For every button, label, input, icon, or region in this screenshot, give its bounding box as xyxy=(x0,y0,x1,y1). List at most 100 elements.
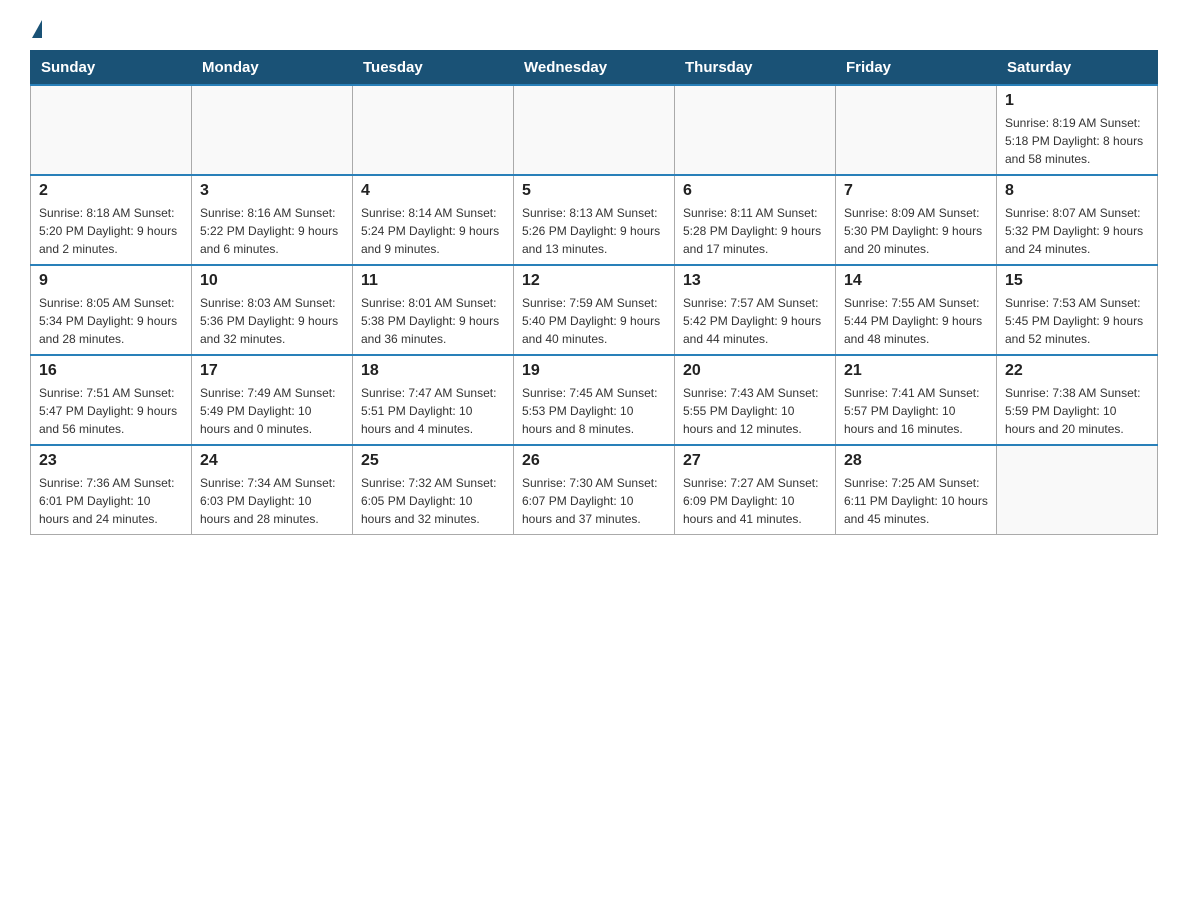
calendar-week-row: 16 Sunrise: 7:51 AM Sunset: 5:47 PM Dayli… xyxy=(31,355,1158,445)
day-info: Sunrise: 7:59 AM Sunset: 5:40 PM Dayligh… xyxy=(522,294,666,348)
page-header xyxy=(30,20,1158,40)
day-of-week-header: Wednesday xyxy=(514,51,675,86)
day-info: Sunrise: 7:36 AM Sunset: 6:01 PM Dayligh… xyxy=(39,474,183,528)
day-info: Sunrise: 7:45 AM Sunset: 5:53 PM Dayligh… xyxy=(522,384,666,438)
calendar-day-cell: 19 Sunrise: 7:45 AM Sunset: 5:53 PM Dayli… xyxy=(514,355,675,445)
day-of-week-header: Saturday xyxy=(997,51,1158,86)
day-info: Sunrise: 8:05 AM Sunset: 5:34 PM Dayligh… xyxy=(39,294,183,348)
calendar-day-cell xyxy=(353,85,514,175)
calendar-day-cell xyxy=(192,85,353,175)
day-info: Sunrise: 7:43 AM Sunset: 5:55 PM Dayligh… xyxy=(683,384,827,438)
calendar-day-cell: 22 Sunrise: 7:38 AM Sunset: 5:59 PM Dayli… xyxy=(997,355,1158,445)
logo xyxy=(30,20,42,40)
calendar-header-row: SundayMondayTuesdayWednesdayThursdayFrid… xyxy=(31,51,1158,86)
day-info: Sunrise: 7:47 AM Sunset: 5:51 PM Dayligh… xyxy=(361,384,505,438)
day-info: Sunrise: 7:51 AM Sunset: 5:47 PM Dayligh… xyxy=(39,384,183,438)
day-number: 20 xyxy=(683,362,827,380)
day-number: 28 xyxy=(844,452,988,470)
calendar-week-row: 1 Sunrise: 8:19 AM Sunset: 5:18 PM Daylig… xyxy=(31,85,1158,175)
day-info: Sunrise: 7:55 AM Sunset: 5:44 PM Dayligh… xyxy=(844,294,988,348)
calendar-week-row: 23 Sunrise: 7:36 AM Sunset: 6:01 PM Dayli… xyxy=(31,445,1158,535)
day-info: Sunrise: 7:27 AM Sunset: 6:09 PM Dayligh… xyxy=(683,474,827,528)
day-number: 15 xyxy=(1005,272,1149,290)
day-number: 22 xyxy=(1005,362,1149,380)
calendar-day-cell: 10 Sunrise: 8:03 AM Sunset: 5:36 PM Dayli… xyxy=(192,265,353,355)
calendar-day-cell: 9 Sunrise: 8:05 AM Sunset: 5:34 PM Daylig… xyxy=(31,265,192,355)
day-info: Sunrise: 7:49 AM Sunset: 5:49 PM Dayligh… xyxy=(200,384,344,438)
calendar-day-cell: 8 Sunrise: 8:07 AM Sunset: 5:32 PM Daylig… xyxy=(997,175,1158,265)
calendar-day-cell: 4 Sunrise: 8:14 AM Sunset: 5:24 PM Daylig… xyxy=(353,175,514,265)
calendar-day-cell: 27 Sunrise: 7:27 AM Sunset: 6:09 PM Dayli… xyxy=(675,445,836,535)
calendar-day-cell: 6 Sunrise: 8:11 AM Sunset: 5:28 PM Daylig… xyxy=(675,175,836,265)
calendar-day-cell: 18 Sunrise: 7:47 AM Sunset: 5:51 PM Dayli… xyxy=(353,355,514,445)
calendar-week-row: 2 Sunrise: 8:18 AM Sunset: 5:20 PM Daylig… xyxy=(31,175,1158,265)
day-info: Sunrise: 8:07 AM Sunset: 5:32 PM Dayligh… xyxy=(1005,204,1149,258)
day-number: 9 xyxy=(39,272,183,290)
day-number: 23 xyxy=(39,452,183,470)
day-number: 2 xyxy=(39,182,183,200)
day-of-week-header: Friday xyxy=(836,51,997,86)
calendar-day-cell xyxy=(675,85,836,175)
day-number: 12 xyxy=(522,272,666,290)
calendar-day-cell xyxy=(31,85,192,175)
day-info: Sunrise: 8:14 AM Sunset: 5:24 PM Dayligh… xyxy=(361,204,505,258)
calendar-day-cell: 3 Sunrise: 8:16 AM Sunset: 5:22 PM Daylig… xyxy=(192,175,353,265)
day-info: Sunrise: 8:03 AM Sunset: 5:36 PM Dayligh… xyxy=(200,294,344,348)
calendar-day-cell: 20 Sunrise: 7:43 AM Sunset: 5:55 PM Dayli… xyxy=(675,355,836,445)
day-info: Sunrise: 7:34 AM Sunset: 6:03 PM Dayligh… xyxy=(200,474,344,528)
day-number: 21 xyxy=(844,362,988,380)
day-number: 18 xyxy=(361,362,505,380)
day-number: 27 xyxy=(683,452,827,470)
day-number: 11 xyxy=(361,272,505,290)
day-number: 16 xyxy=(39,362,183,380)
calendar-day-cell: 24 Sunrise: 7:34 AM Sunset: 6:03 PM Dayli… xyxy=(192,445,353,535)
calendar-day-cell: 13Sunrise: 7:57 AM Sunset: 5:42 PM Dayli… xyxy=(675,265,836,355)
calendar-day-cell xyxy=(997,445,1158,535)
day-info: Sunrise: 8:16 AM Sunset: 5:22 PM Dayligh… xyxy=(200,204,344,258)
day-info: Sunrise: 8:13 AM Sunset: 5:26 PM Dayligh… xyxy=(522,204,666,258)
calendar-day-cell: 16 Sunrise: 7:51 AM Sunset: 5:47 PM Dayli… xyxy=(31,355,192,445)
day-number: 26 xyxy=(522,452,666,470)
day-number: 4 xyxy=(361,182,505,200)
day-of-week-header: Sunday xyxy=(31,51,192,86)
calendar-day-cell: 15 Sunrise: 7:53 AM Sunset: 5:45 PM Dayli… xyxy=(997,265,1158,355)
day-number: 3 xyxy=(200,182,344,200)
day-info: Sunrise: 7:32 AM Sunset: 6:05 PM Dayligh… xyxy=(361,474,505,528)
calendar-table: SundayMondayTuesdayWednesdayThursdayFrid… xyxy=(30,50,1158,535)
day-info: Sunrise: 7:41 AM Sunset: 5:57 PM Dayligh… xyxy=(844,384,988,438)
day-info: Sunrise: 8:09 AM Sunset: 5:30 PM Dayligh… xyxy=(844,204,988,258)
day-number: 1 xyxy=(1005,92,1149,110)
day-number: 5 xyxy=(522,182,666,200)
calendar-day-cell: 17 Sunrise: 7:49 AM Sunset: 5:49 PM Dayli… xyxy=(192,355,353,445)
day-of-week-header: Thursday xyxy=(675,51,836,86)
day-number: 7 xyxy=(844,182,988,200)
day-of-week-header: Tuesday xyxy=(353,51,514,86)
calendar-day-cell: 14Sunrise: 7:55 AM Sunset: 5:44 PM Dayli… xyxy=(836,265,997,355)
day-number: 19 xyxy=(522,362,666,380)
calendar-day-cell: 5 Sunrise: 8:13 AM Sunset: 5:26 PM Daylig… xyxy=(514,175,675,265)
day-info: Sunrise: 8:11 AM Sunset: 5:28 PM Dayligh… xyxy=(683,204,827,258)
day-number: 10 xyxy=(200,272,344,290)
day-number: 25 xyxy=(361,452,505,470)
day-number: 24 xyxy=(200,452,344,470)
logo-triangle-icon xyxy=(32,20,42,38)
day-number: 8 xyxy=(1005,182,1149,200)
day-info: Sunrise: 7:30 AM Sunset: 6:07 PM Dayligh… xyxy=(522,474,666,528)
calendar-day-cell: 23 Sunrise: 7:36 AM Sunset: 6:01 PM Dayli… xyxy=(31,445,192,535)
calendar-day-cell: 21 Sunrise: 7:41 AM Sunset: 5:57 PM Dayli… xyxy=(836,355,997,445)
calendar-day-cell: 2 Sunrise: 8:18 AM Sunset: 5:20 PM Daylig… xyxy=(31,175,192,265)
calendar-day-cell: 26 Sunrise: 7:30 AM Sunset: 6:07 PM Dayli… xyxy=(514,445,675,535)
day-info: Sunrise: 7:38 AM Sunset: 5:59 PM Dayligh… xyxy=(1005,384,1149,438)
day-info: Sunrise: 7:57 AM Sunset: 5:42 PM Dayligh… xyxy=(683,294,827,348)
day-number: 17 xyxy=(200,362,344,380)
calendar-week-row: 9 Sunrise: 8:05 AM Sunset: 5:34 PM Daylig… xyxy=(31,265,1158,355)
calendar-day-cell xyxy=(836,85,997,175)
calendar-day-cell: 7 Sunrise: 8:09 AM Sunset: 5:30 PM Daylig… xyxy=(836,175,997,265)
day-info: Sunrise: 8:18 AM Sunset: 5:20 PM Dayligh… xyxy=(39,204,183,258)
day-number: 6 xyxy=(683,182,827,200)
day-info: Sunrise: 7:53 AM Sunset: 5:45 PM Dayligh… xyxy=(1005,294,1149,348)
day-info: Sunrise: 7:25 AM Sunset: 6:11 PM Dayligh… xyxy=(844,474,988,528)
day-info: Sunrise: 8:19 AM Sunset: 5:18 PM Dayligh… xyxy=(1005,114,1149,168)
calendar-day-cell: 25 Sunrise: 7:32 AM Sunset: 6:05 PM Dayli… xyxy=(353,445,514,535)
calendar-day-cell: 12 Sunrise: 7:59 AM Sunset: 5:40 PM Dayli… xyxy=(514,265,675,355)
